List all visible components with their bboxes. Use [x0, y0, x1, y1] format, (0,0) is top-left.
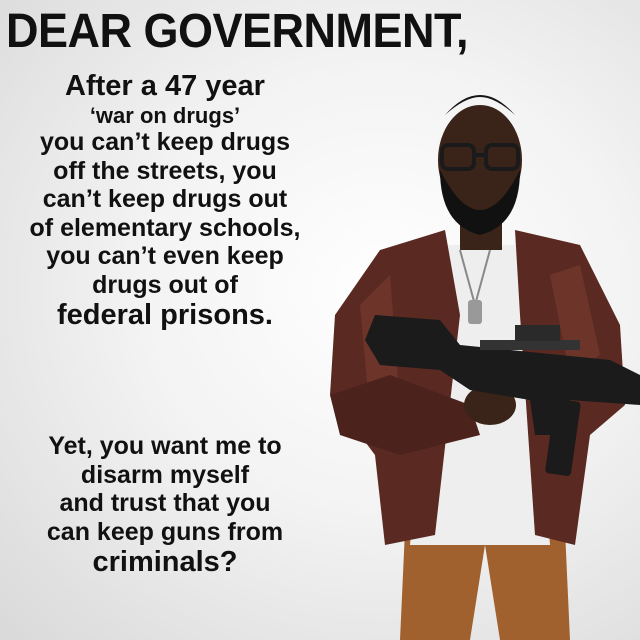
text-line: and trust that you	[59, 489, 271, 517]
text-line: can’t keep drugs out	[42, 185, 288, 214]
paragraph-disarm: Yet, you want me to disarm myself and tr…	[0, 432, 330, 579]
dog-tag-icon	[468, 300, 482, 324]
pants	[400, 530, 570, 640]
text-line: After a 47 year	[65, 70, 265, 102]
text-line: federal prisons.	[57, 299, 273, 332]
text-line: Yet, you want me to	[48, 432, 282, 460]
headline: DEAR GOVERNMENT,	[6, 2, 469, 59]
text-line: ‘war on drugs’	[89, 103, 241, 129]
text-line: drugs out of	[92, 270, 238, 299]
text-line: disarm myself	[80, 460, 250, 489]
meme-image: DEAR GOVERNMENT, After a 47 year ‘war on…	[0, 0, 640, 640]
text-line: you can’t even keep	[46, 242, 284, 271]
man-with-rifle-illustration	[330, 95, 640, 640]
text-line: off the streets, you	[53, 156, 277, 185]
paragraph-war-on-drugs: After a 47 year ‘war on drugs’ you can’t…	[0, 70, 330, 332]
text-line: criminals?	[92, 546, 238, 578]
text-line: can keep guns from	[46, 517, 284, 546]
text-line: of elementary schools,	[29, 213, 301, 242]
text-line: you can’t keep drugs	[39, 128, 291, 157]
